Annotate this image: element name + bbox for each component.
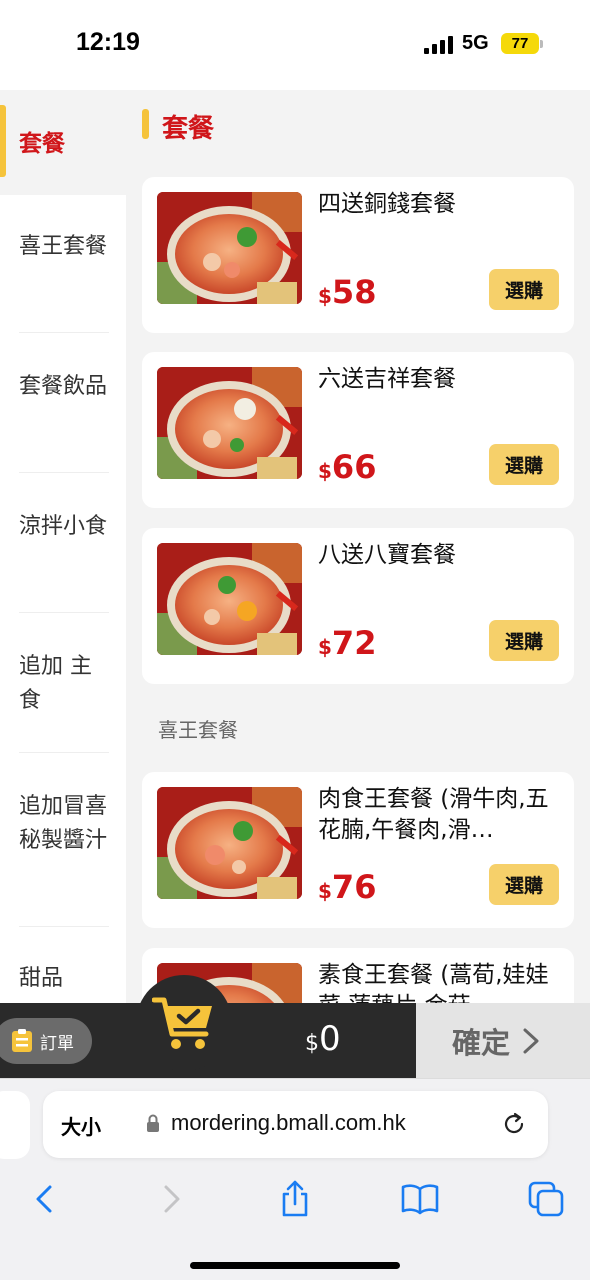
back-button[interactable] <box>24 1179 64 1219</box>
divider <box>19 752 109 753</box>
price-amount: 66 <box>331 448 377 486</box>
sidebar-item-set-meal[interactable]: 套餐 <box>0 90 126 195</box>
sidebar-item-dessert[interactable]: 甜品 <box>19 962 109 996</box>
product-name: 六送吉祥套餐 <box>318 366 456 392</box>
bookmarks-button[interactable] <box>400 1179 440 1219</box>
product-name: 肉食王套餐 (滑牛肉,五花腩,午餐肉,滑… <box>318 786 549 843</box>
section-title-label: 套餐 <box>162 114 215 144</box>
product-card[interactable]: 四送銅錢套餐 $58 選購 <box>142 177 574 333</box>
status-bar: 12:19 5G 77 <box>0 0 590 90</box>
product-image <box>157 367 302 479</box>
sidebar-item-hei-wong-set[interactable]: 喜王套餐 <box>19 230 109 264</box>
battery-level: 77 <box>511 35 529 52</box>
share-button[interactable] <box>275 1179 315 1219</box>
price-currency: $ <box>318 459 332 483</box>
sidebar-item-label: 套餐 <box>19 131 65 157</box>
product-price: $76 <box>318 868 376 906</box>
product-card[interactable]: 肉食王套餐 (滑牛肉,五花腩,午餐肉,滑… $76 選購 <box>142 772 574 928</box>
select-button[interactable]: 選購 <box>489 620 559 661</box>
sidebar-item-extra-sauce[interactable]: 追加冒喜秘製醬汁 <box>19 790 109 858</box>
total-amount: 0 <box>319 1019 341 1059</box>
active-indicator <box>0 105 6 177</box>
cart-total: $0 <box>305 1019 341 1059</box>
price-amount: 76 <box>331 868 377 906</box>
product-image <box>157 787 302 899</box>
order-list-icon <box>12 1029 32 1052</box>
select-button[interactable]: 選購 <box>489 269 559 310</box>
price-currency: $ <box>318 879 332 903</box>
cart-button[interactable] <box>136 975 232 1071</box>
product-price: $72 <box>318 624 376 662</box>
product-image <box>157 543 302 655</box>
sidebar-item-set-drinks[interactable]: 套餐飲品 <box>19 370 109 404</box>
forward-button[interactable] <box>152 1179 192 1219</box>
price-amount: 72 <box>331 624 377 662</box>
select-button[interactable]: 選購 <box>489 864 559 905</box>
product-image <box>157 192 302 304</box>
divider <box>19 926 109 927</box>
browser-toolbar: 大小 mordering.bmall.com.hk <box>0 1078 590 1280</box>
section-title-bar <box>142 109 149 139</box>
sidebar-item-cold-snacks[interactable]: 涼拌小食 <box>19 510 109 544</box>
forward-icon <box>164 1185 180 1213</box>
battery-tip <box>540 40 543 48</box>
battery-icon: 77 <box>501 33 539 54</box>
category-sidebar: 套餐 喜王套餐 套餐飲品 涼拌小食 追加 主食 追加冒喜秘製醬汁 甜品 <box>0 90 126 1005</box>
product-card[interactable]: 八送八寶套餐 $72 選購 <box>142 528 574 684</box>
product-price: $66 <box>318 448 376 486</box>
sidebar-item-extra-staple[interactable]: 追加 主食 <box>19 650 109 718</box>
select-button[interactable]: 選購 <box>489 444 559 485</box>
product-name: 四送銅錢套餐 <box>318 191 456 217</box>
network-type: 5G <box>462 32 489 54</box>
text-size-button[interactable]: 大小 <box>61 1111 101 1140</box>
cart-check-icon <box>152 997 212 1049</box>
group-label: 喜王套餐 <box>158 718 238 742</box>
product-card[interactable]: 六送吉祥套餐 $66 選購 <box>142 352 574 508</box>
chevron-right-icon <box>523 1028 539 1053</box>
lock-icon <box>147 1114 159 1132</box>
tabs-button[interactable] <box>526 1179 566 1219</box>
divider <box>19 332 109 333</box>
confirm-button[interactable]: 確定 <box>416 1003 590 1078</box>
url-text: mordering.bmall.com.hk <box>171 1110 406 1135</box>
confirm-label: 確定 <box>452 1025 511 1060</box>
bookmarks-icon <box>401 1184 439 1215</box>
product-price: $58 <box>318 273 376 311</box>
home-indicator <box>190 1262 400 1269</box>
total-currency: $ <box>305 1031 319 1056</box>
tabs-icon <box>528 1181 564 1217</box>
cart-bar: 訂單 $0 確定 <box>0 975 590 1078</box>
order-button[interactable]: 訂單 <box>0 1018 92 1064</box>
divider <box>19 612 109 613</box>
address-bar[interactable]: 大小 mordering.bmall.com.hk <box>43 1091 548 1158</box>
back-icon <box>36 1185 52 1213</box>
price-currency: $ <box>318 635 332 659</box>
product-name: 八送八寶套餐 <box>318 542 456 568</box>
divider <box>19 472 109 473</box>
previous-tab-preview[interactable] <box>0 1091 30 1159</box>
status-time: 12:19 <box>76 28 140 56</box>
order-label: 訂單 <box>40 1033 74 1054</box>
price-amount: 58 <box>331 273 377 311</box>
price-currency: $ <box>318 284 332 308</box>
share-icon <box>282 1180 308 1217</box>
signal-icon <box>424 36 454 54</box>
reload-icon[interactable] <box>501 1111 527 1137</box>
